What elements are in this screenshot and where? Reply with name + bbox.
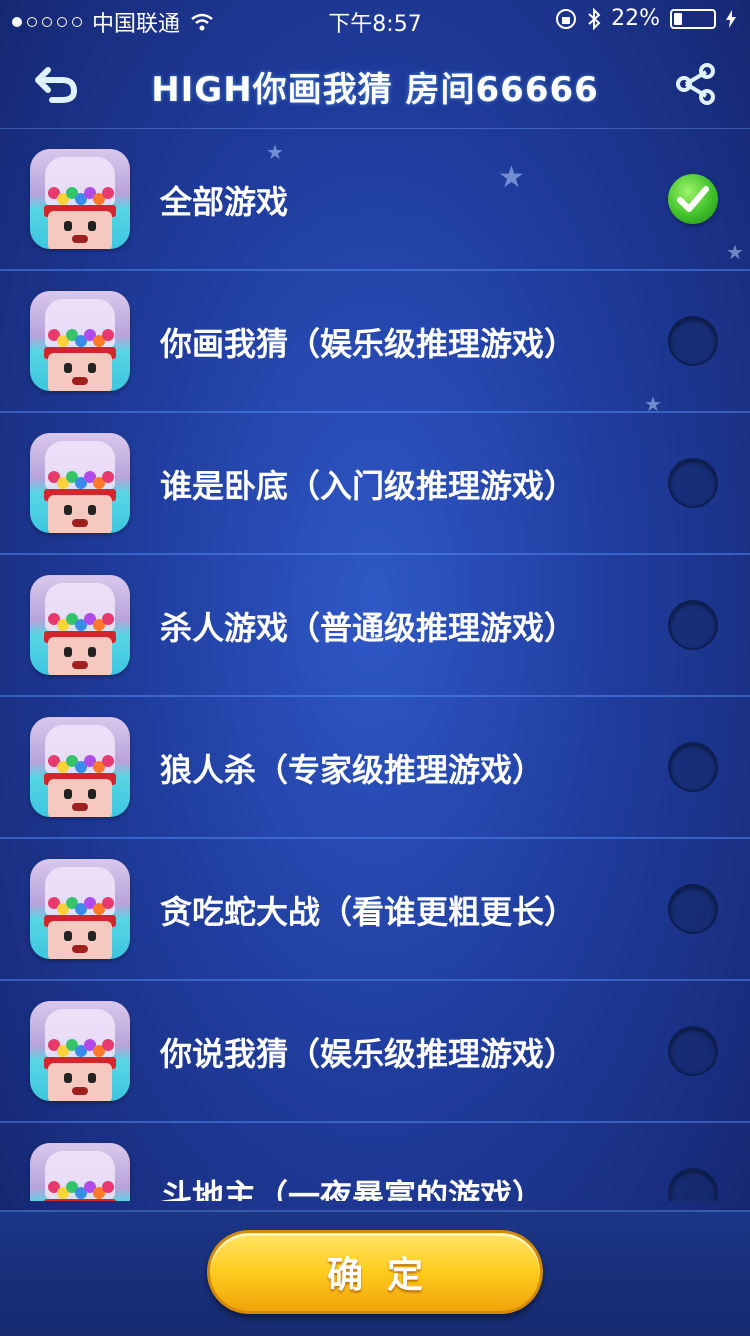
bluetooth-icon bbox=[588, 7, 601, 30]
confirm-label: 确定 bbox=[326, 1255, 447, 1296]
game-label: 你说我猜（娱乐级推理游戏） bbox=[160, 1035, 577, 1073]
radio-button[interactable] bbox=[668, 458, 718, 508]
game-row[interactable]: 谁是卧底（入门级推理游戏） bbox=[0, 413, 750, 555]
game-row[interactable]: 你画我猜（娱乐级推理游戏） bbox=[0, 271, 750, 413]
game-label: 贪吃蛇大战（看谁更粗更长） bbox=[160, 893, 577, 931]
game-icon bbox=[30, 575, 130, 675]
game-row[interactable]: 贪吃蛇大战（看谁更粗更长） bbox=[0, 839, 750, 981]
radio-button[interactable] bbox=[668, 1168, 718, 1201]
radio-button[interactable] bbox=[668, 1026, 718, 1076]
game-row[interactable]: 全部游戏 bbox=[0, 129, 750, 271]
radio-button[interactable] bbox=[668, 600, 718, 650]
radio-button[interactable] bbox=[668, 742, 718, 792]
header: HIGH你画我猜 房间66666 bbox=[0, 40, 750, 128]
game-label: 谁是卧底（入门级推理游戏） bbox=[160, 467, 577, 505]
rotation-lock-icon bbox=[556, 8, 577, 29]
game-icon bbox=[30, 1001, 130, 1101]
game-icon bbox=[30, 859, 130, 959]
game-row[interactable]: 狼人杀（专家级推理游戏） bbox=[0, 697, 750, 839]
game-label: 斗地主（一夜暴富的游戏） bbox=[160, 1177, 545, 1201]
game-icon bbox=[30, 717, 130, 817]
status-right: 22% bbox=[555, 6, 736, 31]
game-row[interactable]: 杀人游戏（普通级推理游戏） bbox=[0, 555, 750, 697]
battery-icon bbox=[670, 8, 716, 29]
page-title: HIGH你画我猜 房间66666 bbox=[151, 70, 599, 110]
game-list: 全部游戏你画我猜（娱乐级推理游戏） 谁是卧底（入门级推理游戏） 杀人游戏（普通级推理… bbox=[0, 128, 750, 1201]
game-label: 杀人游戏（普通级推理游戏） bbox=[160, 609, 577, 647]
game-icon bbox=[30, 149, 130, 249]
confirm-button[interactable]: 确定 bbox=[207, 1230, 543, 1314]
game-icon bbox=[30, 1143, 130, 1201]
game-icon bbox=[30, 433, 130, 533]
game-label: 你画我猜（娱乐级推理游戏） bbox=[160, 325, 577, 363]
selected-check-icon[interactable] bbox=[668, 174, 718, 224]
game-label: 狼人杀（专家级推理游戏） bbox=[160, 751, 545, 789]
share-icon bbox=[676, 63, 715, 105]
game-row[interactable]: 你说我猜（娱乐级推理游戏） bbox=[0, 981, 750, 1123]
game-icon bbox=[30, 291, 130, 391]
radio-button[interactable] bbox=[668, 884, 718, 934]
share-button[interactable] bbox=[670, 58, 722, 110]
radio-button[interactable] bbox=[668, 316, 718, 366]
game-label: 全部游戏 bbox=[160, 183, 289, 221]
game-row[interactable]: 斗地主（一夜暴富的游戏） bbox=[0, 1123, 750, 1201]
battery-percent: 22% bbox=[611, 6, 660, 31]
status-bar: 中国联通 下午8:57 22% bbox=[0, 0, 750, 40]
charging-icon bbox=[726, 9, 736, 28]
